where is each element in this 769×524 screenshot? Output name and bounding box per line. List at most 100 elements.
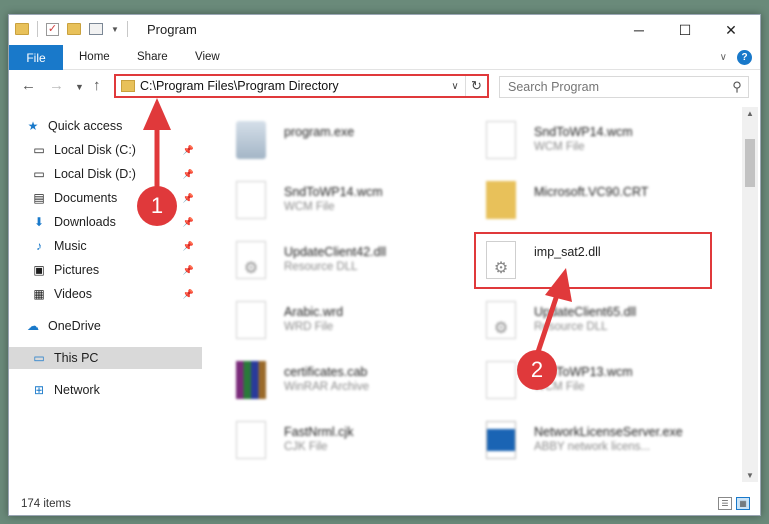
pin-icon[interactable]: 📌	[183, 265, 194, 276]
item-count: 174 items	[21, 498, 71, 510]
scroll-thumb[interactable]	[745, 139, 755, 187]
sidebar-item-label: OneDrive	[48, 319, 101, 333]
list-item[interactable]: certificates.cab WinRAR Archive	[212, 357, 452, 407]
downloads-icon: ⬇	[33, 215, 45, 229]
title-bar: ✓ ▼ Program ─ ☐ ✕	[9, 15, 760, 45]
minimize-button[interactable]: ─	[616, 15, 662, 45]
file-type: WCM File	[284, 201, 335, 213]
list-item[interactable]: NetworkLicenseServer.exe ABBY network li…	[462, 417, 702, 467]
pin-icon[interactable]: 📌	[183, 289, 194, 300]
refresh-icon[interactable]: ↻	[465, 76, 487, 96]
sidebar-item-label: Downloads	[54, 215, 116, 229]
pin-icon[interactable]: 📌	[183, 217, 194, 228]
sidebar-item-music[interactable]: ♪ Music 📌	[31, 235, 224, 257]
pictures-icon: ▣	[33, 263, 45, 277]
sidebar-item-label: Music	[54, 239, 87, 253]
sidebar-item-quick-access[interactable]: ★ Quick access	[25, 115, 218, 137]
file-type: WRD File	[284, 321, 334, 333]
list-item[interactable]: SndToWP14.wcm WCM File	[212, 177, 452, 227]
winrar-archive-icon	[236, 361, 266, 399]
customize-icon[interactable]	[89, 23, 103, 35]
maximize-button[interactable]: ☐	[662, 15, 708, 45]
pin-icon[interactable]: 📌	[183, 169, 194, 180]
folder-icon	[486, 181, 516, 219]
file-name: Arabic.wrd	[284, 305, 344, 319]
pin-icon[interactable]: 📌	[183, 193, 194, 204]
list-item[interactable]: SndToWP13.wcm WCM File	[462, 357, 702, 407]
file-icon	[236, 181, 266, 219]
tab-share[interactable]: Share	[137, 51, 168, 63]
quick-access-toolbar: ✓ ▼	[15, 21, 128, 37]
sidebar-item-label: Pictures	[54, 263, 100, 277]
list-item[interactable]: FastNrml.cjk CJK File	[212, 417, 452, 467]
sidebar-item-local-disk-c[interactable]: ▭ Local Disk (C:) 📌	[31, 139, 224, 161]
sidebar-item-documents[interactable]: ▤ Documents 📌	[31, 187, 224, 209]
details-view-icon[interactable]: ☰	[718, 497, 732, 510]
status-bar: 174 items ☰ ▦	[9, 493, 760, 515]
sidebar-item-label: Videos	[54, 287, 92, 301]
scroll-down-icon[interactable]: ▼	[742, 471, 758, 480]
sidebar-item-videos[interactable]: ▦ Videos 📌	[31, 283, 224, 305]
new-folder-icon[interactable]	[67, 23, 81, 35]
sidebar-item-network[interactable]: ⊞ Network	[31, 379, 224, 401]
file-list: program.exe SndToWP14.wcm WCM File ⚙ Upd…	[212, 107, 740, 477]
sidebar-item-label: This PC	[54, 351, 99, 365]
step-2-badge: 2	[517, 350, 557, 390]
folder-icon	[121, 80, 135, 92]
window-title: Program	[147, 22, 197, 37]
file-type: Resource DLL	[534, 321, 608, 333]
file-icon	[236, 421, 266, 459]
list-item[interactable]: ⚙ UpdateClient65.dll Resource DLL	[462, 297, 702, 347]
tiles-view-icon[interactable]: ▦	[736, 497, 750, 510]
tab-view[interactable]: View	[195, 51, 220, 63]
documents-icon: ▤	[33, 191, 45, 205]
sidebar-item-label: Local Disk (C:)	[54, 143, 136, 157]
file-type: ABBY network licens...	[534, 441, 651, 453]
cloud-icon: ☁	[27, 319, 39, 333]
sidebar-item-label: Local Disk (D:)	[54, 167, 136, 181]
pin-icon[interactable]: 📌	[183, 241, 194, 252]
up-arrow-icon[interactable]: ↑	[93, 77, 101, 94]
search-box[interactable]: ⚲	[499, 76, 749, 98]
file-icon	[236, 301, 266, 339]
help-icon[interactable]: ?	[737, 50, 752, 65]
pin-icon[interactable]: 📌	[183, 145, 194, 156]
vertical-scrollbar[interactable]: ▲ ▼	[742, 107, 758, 482]
chevron-down-icon[interactable]: ▼	[111, 25, 119, 34]
recent-locations-icon[interactable]: ▼	[75, 82, 84, 92]
list-item[interactable]: ⚙ UpdateClient42.dll Resource DLL	[212, 237, 452, 287]
sidebar-item-local-disk-d[interactable]: ▭ Local Disk (D:) 📌	[31, 163, 224, 185]
sidebar-item-onedrive[interactable]: ☁ OneDrive	[25, 315, 218, 337]
address-path[interactable]: C:\Program Files\Program Directory	[140, 79, 445, 93]
chevron-down-icon[interactable]: ∨	[445, 81, 465, 92]
address-bar[interactable]: C:\Program Files\Program Directory ∨ ↻	[114, 74, 489, 98]
list-item[interactable]: Arabic.wrd WRD File	[212, 297, 452, 347]
properties-checkbox-icon[interactable]: ✓	[46, 22, 59, 36]
file-name: NetworkLicenseServer.exe	[534, 425, 683, 439]
sidebar-item-pictures[interactable]: ▣ Pictures 📌	[31, 259, 224, 281]
dll-gear-icon: ⚙	[236, 241, 266, 279]
network-icon: ⊞	[33, 383, 45, 397]
list-item[interactable]: SndToWP14.wcm WCM File	[462, 117, 702, 167]
navigation-pane: ★ Quick access ▭ Local Disk (C:) 📌 ▭ Loc…	[9, 107, 204, 487]
tab-file[interactable]: File	[9, 45, 63, 70]
ribbon-tabs: File Home Share View ∨ ?	[9, 45, 760, 70]
sidebar-item-this-pc[interactable]: ▭ This PC	[9, 347, 202, 369]
folder-icon	[15, 23, 29, 35]
exe-file-icon	[236, 121, 266, 159]
list-item[interactable]: program.exe	[212, 117, 452, 167]
file-name: SndToWP14.wcm	[284, 185, 383, 199]
search-icon[interactable]: ⚲	[726, 79, 748, 95]
file-icon	[486, 361, 516, 399]
expand-ribbon-icon[interactable]: ∨	[720, 52, 727, 63]
tab-home[interactable]: Home	[79, 51, 110, 63]
list-item[interactable]: Microsoft.VC90.CRT	[462, 177, 702, 227]
scroll-up-icon[interactable]: ▲	[742, 109, 758, 118]
sidebar-item-downloads[interactable]: ⬇ Downloads 📌	[31, 211, 224, 233]
search-input[interactable]	[508, 80, 726, 94]
close-button[interactable]: ✕	[708, 15, 754, 45]
sidebar-item-label: Quick access	[48, 119, 123, 133]
back-arrow-icon[interactable]: ←	[21, 77, 36, 94]
forward-arrow-icon[interactable]: →	[49, 77, 64, 94]
file-type: CJK File	[284, 441, 328, 453]
